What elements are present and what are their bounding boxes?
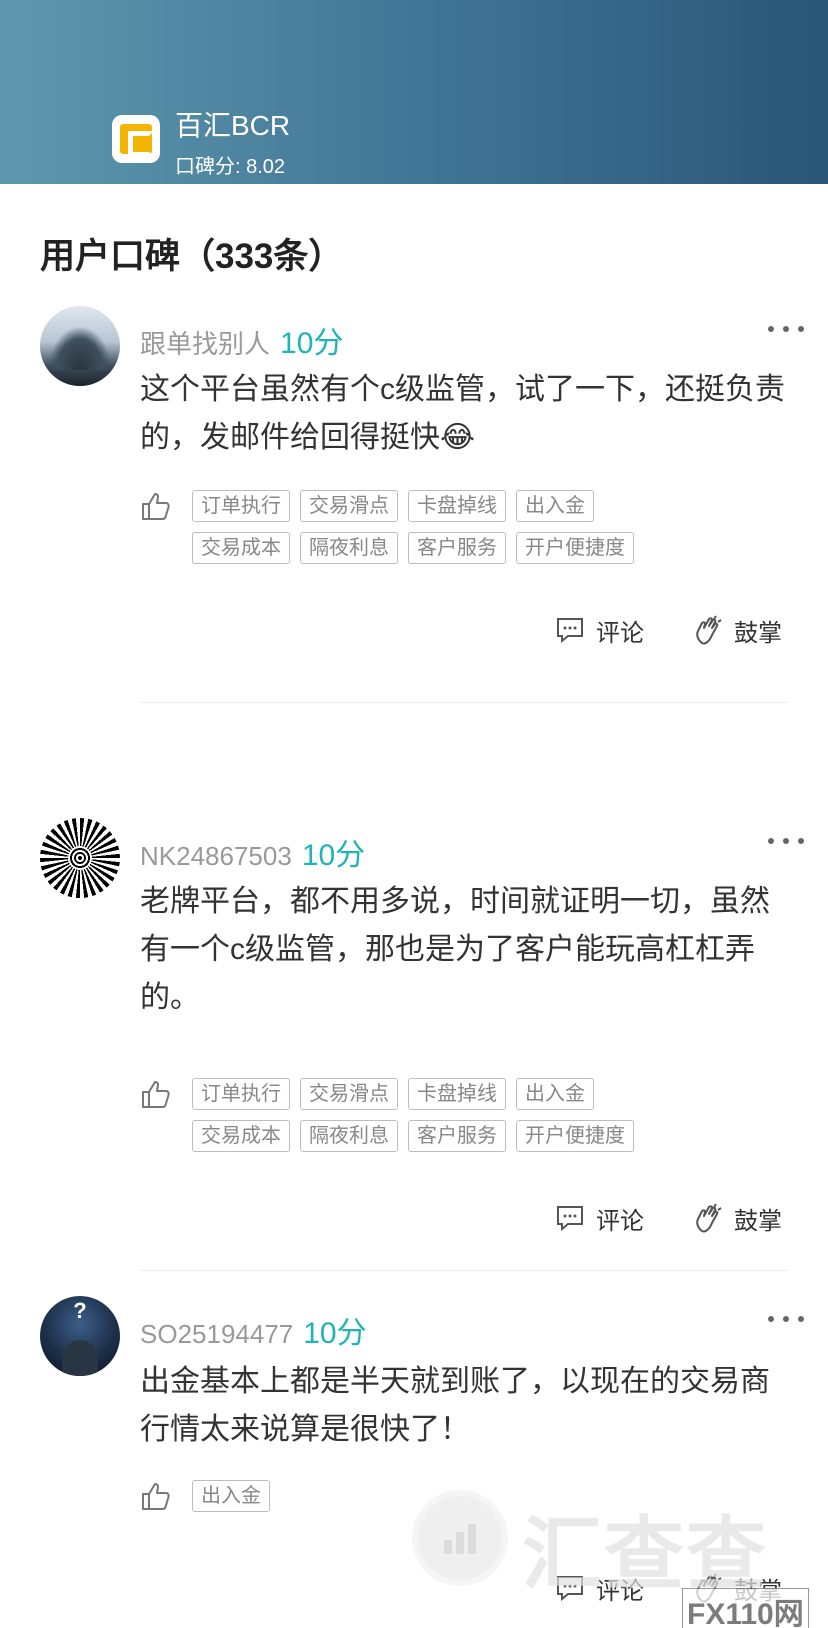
comment-button[interactable]: 评论: [556, 1568, 644, 1608]
more-options-icon[interactable]: [768, 324, 804, 334]
comment-label: 评论: [596, 1207, 644, 1235]
tag: 交易成本: [192, 532, 290, 564]
comment-label: 评论: [596, 1577, 644, 1605]
thumbs-up-icon[interactable]: [140, 490, 172, 522]
clap-icon: [696, 615, 722, 645]
divider: [140, 702, 788, 703]
broker-name: 百汇BCR: [175, 110, 291, 141]
broker-header: 百汇BCR 口碑分: 8.02: [0, 0, 828, 184]
thumbs-up-icon[interactable]: [140, 1480, 172, 1512]
clap-label: 鼓掌: [734, 1577, 782, 1605]
review-username[interactable]: SO25194477 10分: [140, 1308, 367, 1352]
clap-label: 鼓掌: [734, 1207, 782, 1235]
username-text: 跟单找别人: [140, 329, 271, 359]
comment-button[interactable]: 评论: [556, 1198, 644, 1238]
review-content: 出金基本上都是半天就到账了，以现在的交易商行情太来说算是很快了！: [140, 1365, 770, 1446]
thumbs-up-icon[interactable]: [140, 1078, 172, 1110]
tag: 出入金: [192, 1480, 270, 1512]
divider: [140, 1270, 788, 1271]
clap-button[interactable]: 鼓掌: [694, 610, 782, 650]
broker-logo: [112, 115, 160, 163]
tag-list: 订单执行 交易滑点 卡盘掉线 出入金 交易成本 隔夜利息 客户服务 开户便捷度: [192, 490, 712, 574]
username-text: NK24867503: [140, 841, 292, 871]
review-score: 10分: [301, 839, 366, 872]
clap-icon: [696, 1573, 722, 1603]
tag: 卡盘掉线: [408, 1078, 506, 1110]
review-username[interactable]: 跟单找别人 10分: [140, 318, 343, 362]
comment-label: 评论: [596, 619, 644, 647]
clap-button[interactable]: 鼓掌: [694, 1568, 782, 1608]
tag: 交易滑点: [300, 1078, 398, 1110]
clap-button[interactable]: 鼓掌: [694, 1198, 782, 1238]
tag: 交易滑点: [300, 490, 398, 522]
tag: 隔夜利息: [300, 1120, 398, 1152]
clap-icon: [696, 1203, 722, 1233]
tag: 卡盘掉线: [408, 490, 506, 522]
tag: 客户服务: [408, 1120, 506, 1152]
username-text: SO25194477: [140, 1319, 294, 1349]
tag-list: 出入金: [192, 1480, 712, 1522]
clap-label: 鼓掌: [734, 619, 782, 647]
review-username[interactable]: NK24867503 10分: [140, 830, 365, 874]
user-avatar[interactable]: ?: [40, 1296, 120, 1376]
comment-icon: [557, 618, 583, 643]
review-content: 这个平台虽然有个c级监管，试了一下，还挺负责的，发邮件给回得挺快😂: [140, 373, 785, 454]
tag: 交易成本: [192, 1120, 290, 1152]
tag: 隔夜利息: [300, 532, 398, 564]
comment-icon: [557, 1576, 583, 1601]
more-options-icon[interactable]: [768, 1314, 804, 1324]
review-score: 10分: [303, 1317, 367, 1350]
more-options-icon[interactable]: [768, 836, 804, 846]
tag: 开户便捷度: [516, 1120, 634, 1152]
tag: 出入金: [516, 490, 594, 522]
tag: 出入金: [516, 1078, 594, 1110]
user-avatar[interactable]: [40, 818, 120, 898]
section-title: 用户口碑（333条）: [40, 237, 344, 276]
tag: 客户服务: [408, 532, 506, 564]
comment-button[interactable]: 评论: [556, 610, 644, 650]
avatar-mark: ?: [73, 1298, 87, 1323]
comment-icon: [557, 1206, 583, 1231]
user-avatar[interactable]: [40, 306, 120, 386]
tag: 订单执行: [192, 490, 290, 522]
tag: 订单执行: [192, 1078, 290, 1110]
broker-score: 口碑分: 8.02: [175, 156, 286, 178]
tag-list: 订单执行 交易滑点 卡盘掉线 出入金 交易成本 隔夜利息 客户服务 开户便捷度: [192, 1078, 712, 1162]
tag: 开户便捷度: [516, 532, 634, 564]
review-score: 10分: [280, 327, 344, 360]
review-content: 老牌平台，都不用多说，时间就证明一切，虽然有一个c级监管，那也是为了客户能玩高杠…: [140, 885, 770, 1014]
